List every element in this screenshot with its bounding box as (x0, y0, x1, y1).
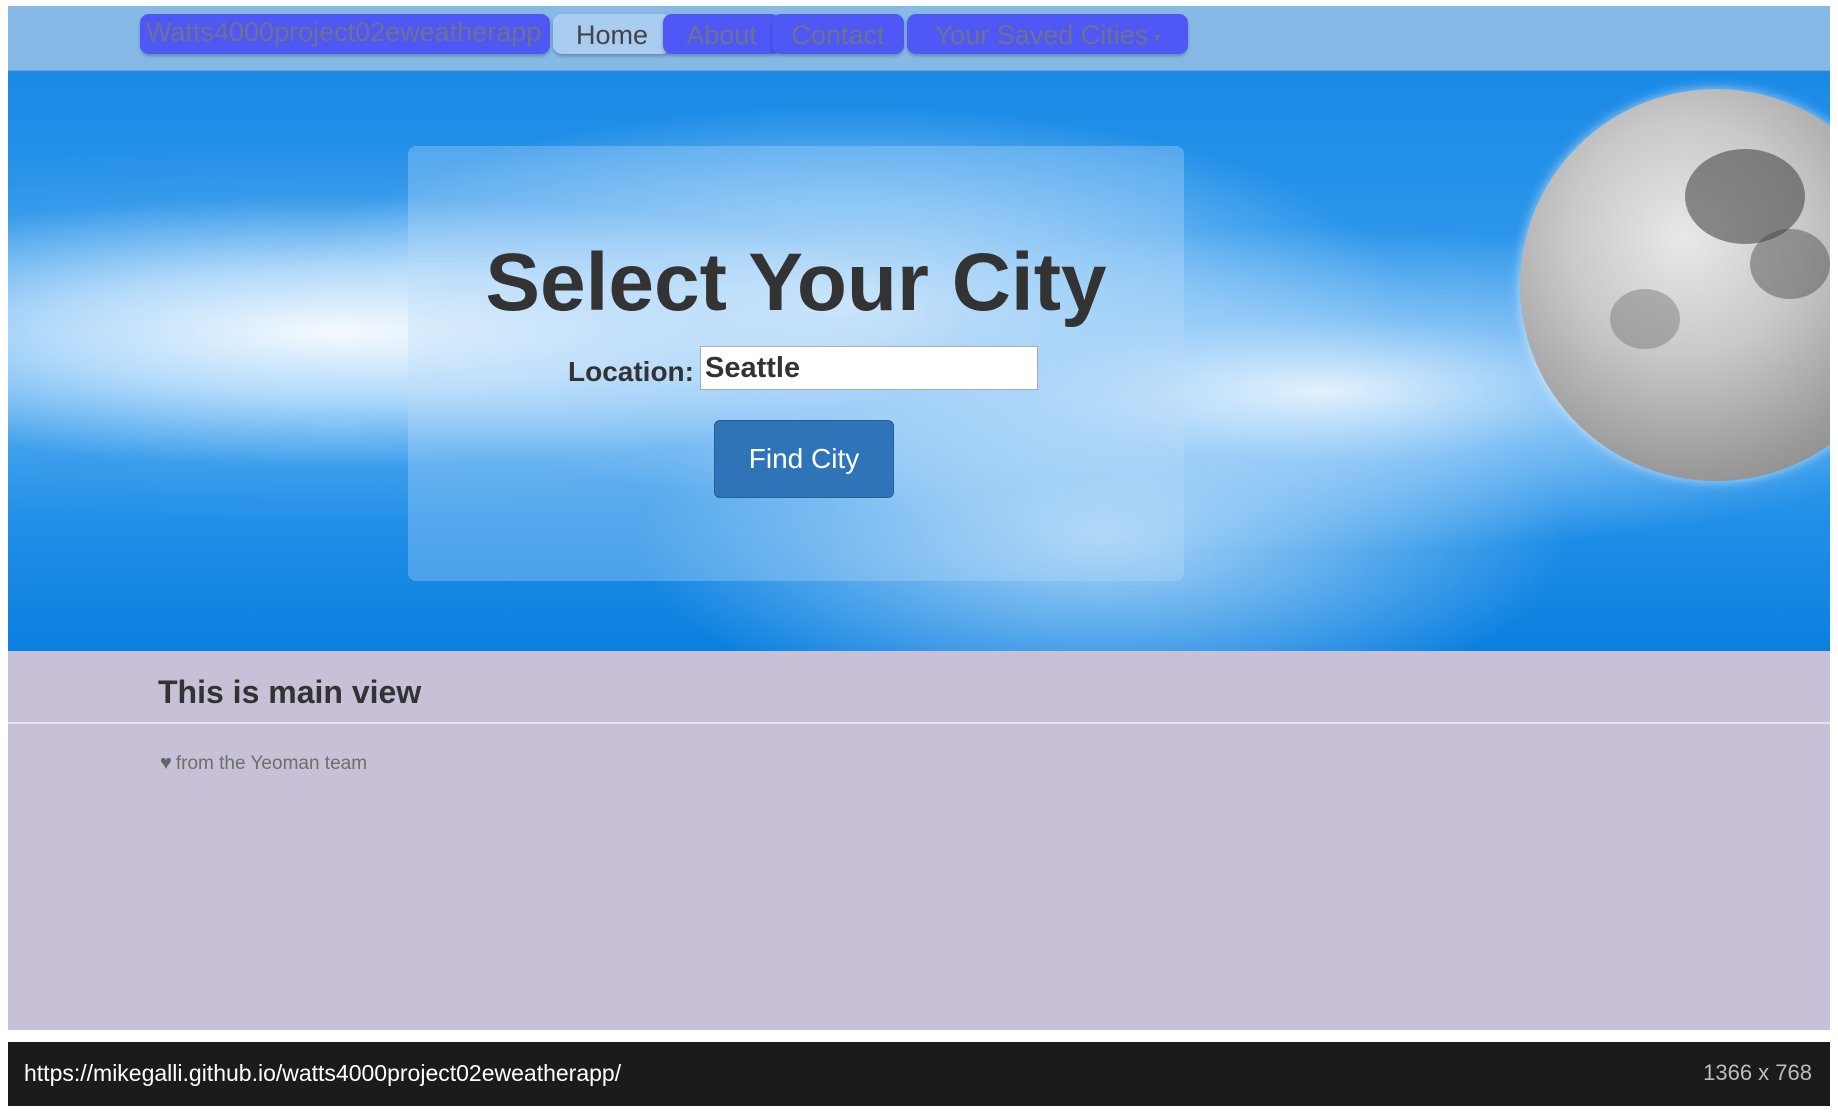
navbar: Watts4000project02eweatherapp Home About… (8, 6, 1830, 71)
viewport-dimensions: 1366 x 768 (1703, 1060, 1812, 1085)
footer: ♥ from the Yeoman team (160, 752, 367, 775)
heart-icon: ♥ (160, 752, 172, 774)
city-search-panel: Select Your City Location: Find City (408, 146, 1184, 581)
find-city-button[interactable]: Find City (714, 420, 894, 498)
main-view-heading: This is main view (158, 674, 422, 710)
caret-down-icon: ▾ (1154, 29, 1161, 44)
nav-about[interactable]: About (663, 14, 780, 54)
nav-home[interactable]: Home (553, 14, 671, 54)
nav-saved-cities-label: Your Saved Cities (934, 20, 1149, 50)
nav-contact[interactable]: Contact (772, 14, 904, 54)
nav-saved-cities-dropdown[interactable]: Your Saved Cities ▾ (907, 14, 1188, 54)
status-bar: https://mikegalli.github.io/watts4000pro… (8, 1042, 1830, 1106)
divider (8, 722, 1830, 724)
page-title: Select Your City (485, 237, 1107, 328)
location-label: Location: (568, 356, 694, 387)
footer-text: from the Yeoman team (175, 753, 368, 774)
moon-image (1520, 89, 1830, 481)
hero-banner: Select Your City Location: Find City (8, 71, 1830, 651)
browser-viewport: Watts4000project02eweatherapp Home About… (8, 6, 1830, 1030)
status-url: https://mikegalli.github.io/watts4000pro… (24, 1060, 622, 1086)
location-input[interactable] (700, 346, 1038, 390)
brand-link[interactable]: Watts4000project02eweatherapp (140, 14, 550, 54)
